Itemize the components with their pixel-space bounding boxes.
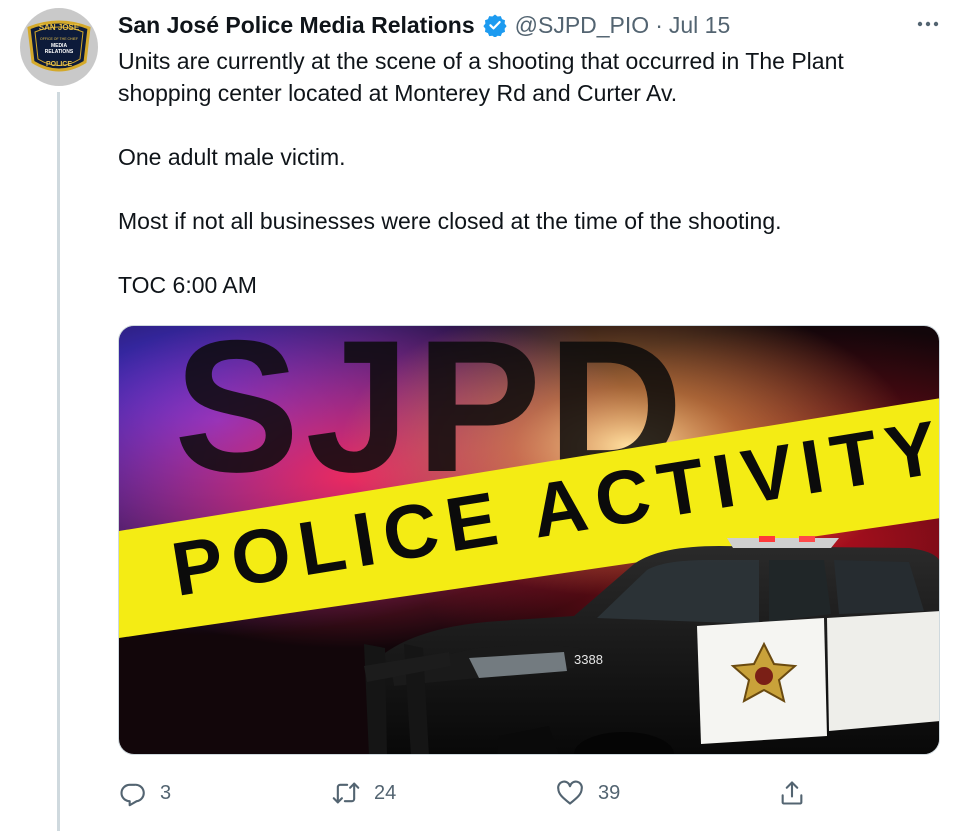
like-icon (557, 780, 583, 805)
badge-center-small: OFFICE OF THE CHIEF (40, 37, 78, 41)
verified-badge-icon (483, 13, 507, 37)
reply-count: 3 (160, 781, 172, 804)
reply-icon (120, 783, 145, 807)
avatar[interactable]: SAN JOSE OFFICE OF THE CHIEF MEDIA RELAT… (20, 8, 98, 86)
tweet-text-line: Most if not all businesses were closed a… (118, 208, 782, 234)
author-name[interactable]: San José Police Media Relations (118, 12, 475, 39)
tweet-text-line: TOC 6:00 AM (118, 272, 257, 298)
tweet-actions: 3 24 39 (118, 775, 818, 811)
badge-center-title2: RELATIONS (45, 49, 74, 55)
tweet-text: Units are currently at the scene of a sh… (118, 45, 928, 301)
more-icon[interactable] (908, 6, 948, 42)
tweet-text-line: shopping center located at Monterey Rd a… (118, 80, 678, 106)
tweet-media-image[interactable]: SJPD POLICE ACTIVITY 3388 (118, 325, 940, 755)
badge-arc-bottom: POLICE (46, 61, 72, 68)
tweet-date[interactable]: Jul 15 (669, 12, 730, 39)
police-activity-graphic: SJPD POLICE ACTIVITY 3388 (119, 326, 939, 754)
tweet-header: San José Police Media Relations @SJPD_PI… (118, 10, 730, 40)
retweet-button[interactable]: 24 (332, 775, 396, 811)
like-button[interactable]: 39 (556, 775, 620, 811)
share-button[interactable] (778, 775, 806, 811)
reply-button[interactable]: 3 (118, 775, 171, 811)
author-handle[interactable]: @SJPD_PIO (515, 12, 650, 39)
badge-arc-top: SAN JOSE (39, 23, 80, 32)
sjpd-badge-logo: SAN JOSE OFFICE OF THE CHIEF MEDIA RELAT… (27, 20, 91, 72)
share-icon (781, 781, 803, 805)
tweet-text-line: One adult male victim. (118, 144, 346, 170)
car-number: 3388 (574, 652, 603, 667)
like-count: 39 (598, 781, 621, 804)
header-separator: · (655, 11, 663, 38)
retweet-icon (332, 782, 360, 804)
tweet-text-line: Units are currently at the scene of a sh… (118, 48, 844, 74)
thread-line (57, 92, 60, 831)
retweet-count: 24 (374, 781, 397, 804)
